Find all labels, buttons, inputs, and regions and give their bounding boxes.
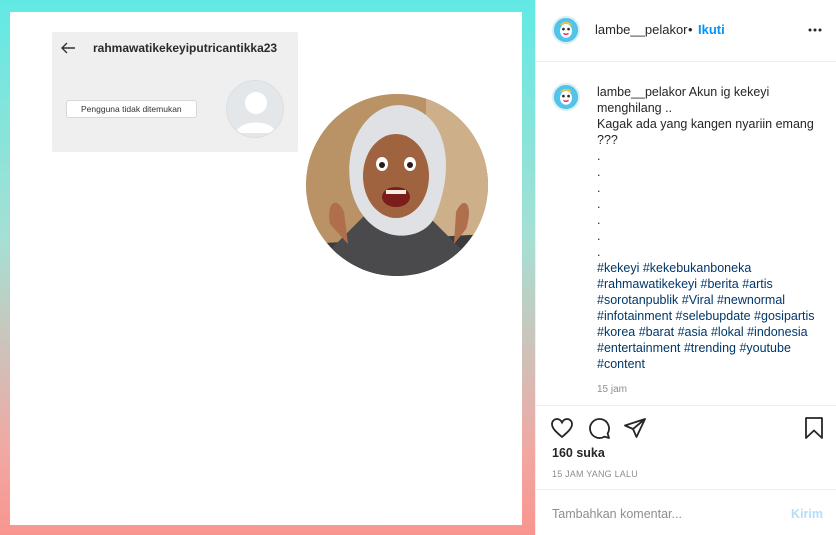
search-result-screenshot: rahmawatikekeyiputricantikka23 Pengguna … — [52, 32, 298, 152]
post-comment-button[interactable]: Kirim — [791, 507, 823, 521]
more-options-icon[interactable] — [807, 23, 823, 37]
back-arrow-icon — [61, 42, 75, 54]
comment-icon[interactable] — [587, 416, 611, 440]
post-image-card: rahmawatikekeyiputricantikka23 Pengguna … — [10, 12, 522, 525]
default-avatar-icon — [226, 80, 284, 138]
follow-button[interactable]: Ikuti — [698, 22, 725, 37]
caption-timestamp: 15 jam — [597, 384, 628, 395]
separator-dot: • — [688, 22, 693, 37]
user-not-found-label: Pengguna tidak ditemukan — [66, 100, 197, 118]
comment-input[interactable] — [552, 504, 752, 524]
author-avatar[interactable] — [552, 16, 580, 44]
screenshot-username: rahmawatikekeyiputricantikka23 — [93, 41, 278, 55]
profile-photo — [306, 94, 488, 276]
caption-author-avatar[interactable] — [552, 83, 580, 111]
post-image[interactable]: rahmawatikekeyiputricantikka23 Pengguna … — [0, 0, 535, 535]
bookmark-icon[interactable] — [802, 416, 826, 440]
post-header: lambe__pelakor • Ikuti — [536, 0, 836, 62]
action-bar: 160 suka 15 JAM YANG LALU — [536, 405, 836, 487]
caption-hashtags[interactable]: #kekeyi #kekebukanboneka #rahmawatikekey… — [597, 261, 818, 371]
heart-icon[interactable] — [550, 416, 574, 440]
caption-body: Akun ig kekeyi menghilang .. Kagak ada y… — [597, 85, 814, 259]
share-icon[interactable] — [623, 416, 647, 440]
author-username[interactable]: lambe__pelakor — [595, 22, 688, 37]
caption-username[interactable]: lambe__pelakor — [597, 85, 686, 99]
comment-section: Kirim — [536, 489, 836, 535]
caption-section: lambe__pelakor Akun ig kekeyi menghilang… — [536, 62, 836, 405]
post-side-panel: lambe__pelakor • Ikuti lambe__pelakor Ak… — [535, 0, 836, 535]
like-count[interactable]: 160 suka — [552, 446, 605, 460]
caption-text: lambe__pelakor Akun ig kekeyi menghilang… — [597, 84, 822, 372]
post-date[interactable]: 15 JAM YANG LALU — [552, 469, 638, 479]
